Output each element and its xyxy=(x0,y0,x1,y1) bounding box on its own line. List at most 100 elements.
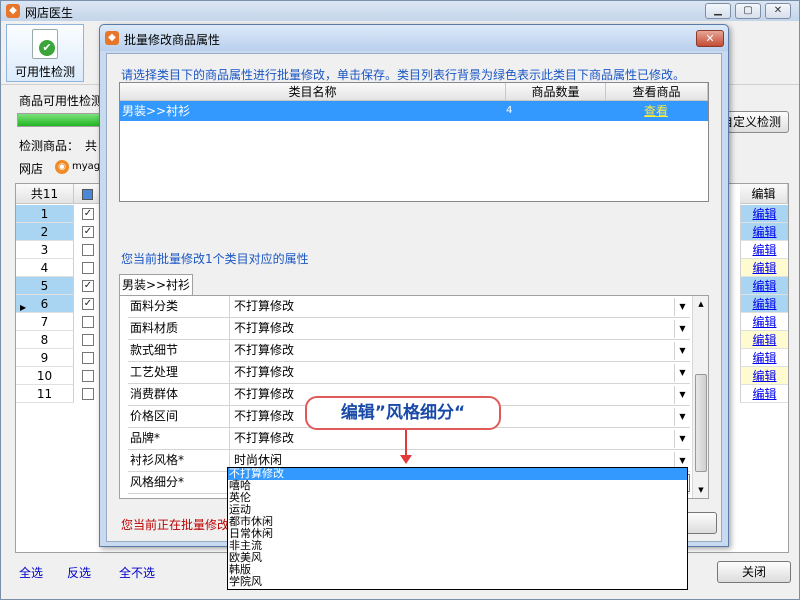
dropdown-option[interactable]: 学院风 xyxy=(228,576,687,588)
attribute-select[interactable]: 不打算修改 ▼ xyxy=(232,430,690,448)
row-checkbox[interactable] xyxy=(82,262,94,274)
row-edit-link[interactable]: 编辑 xyxy=(740,331,788,349)
dialog-titlebar: ◆ 批量修改商品属性 ✕ xyxy=(100,25,728,51)
row-checkbox[interactable] xyxy=(82,388,94,400)
shop-label: 网店 xyxy=(19,162,44,176)
dropdown-option[interactable]: 运动 xyxy=(228,504,687,516)
row-number: 8 xyxy=(16,331,74,349)
row-number: ▶ 6 xyxy=(16,295,74,313)
minimize-button[interactable]: ▁ xyxy=(705,3,731,19)
row-checkbox[interactable] xyxy=(82,244,94,256)
row-edit-link[interactable]: 编辑 xyxy=(740,277,788,295)
attribute-value: 不打算修改 xyxy=(234,321,295,335)
attribute-name: 面料分类 xyxy=(128,296,230,318)
category-count: 4 xyxy=(506,105,513,116)
invert-selection-link[interactable]: 反选 xyxy=(67,564,91,581)
row-number-text: 7 xyxy=(40,315,49,329)
row-edit-link[interactable]: 编辑 xyxy=(740,223,788,241)
row-number-text: 1 xyxy=(40,207,49,221)
chevron-down-icon[interactable]: ▼ xyxy=(674,342,690,360)
row-number: 9 xyxy=(16,349,74,367)
dropdown-option[interactable]: 不打算修改 xyxy=(228,468,687,480)
availability-check-button[interactable]: 可用性检测 xyxy=(6,24,84,82)
row-number: 1 xyxy=(16,205,74,223)
chevron-down-icon[interactable]: ▼ xyxy=(674,298,690,316)
category-row[interactable]: 男装>>衬衫 4 查看 xyxy=(120,101,708,121)
attribute-value: 时尚休闲 xyxy=(234,453,283,467)
chevron-down-icon[interactable]: ▼ xyxy=(674,430,690,448)
attribute-name: 品牌* xyxy=(128,428,230,450)
document-check-icon xyxy=(32,29,58,59)
row-checkbox[interactable] xyxy=(82,334,94,346)
dropdown-option[interactable]: 欧美风 xyxy=(228,552,687,564)
attribute-select[interactable]: 不打算修改 ▼ xyxy=(232,298,690,316)
product-count-header: 商品数量 xyxy=(506,83,606,101)
close-button[interactable]: 关闭 xyxy=(717,561,791,583)
row-edit-link[interactable]: 编辑 xyxy=(740,349,788,367)
attribute-name: 衬衫风格* xyxy=(128,450,230,472)
row-number-text: 3 xyxy=(40,243,49,257)
row-checkbox[interactable]: ✓ xyxy=(82,280,94,292)
scroll-up-icon[interactable]: ▲ xyxy=(693,296,709,312)
view-products-link[interactable]: 查看 xyxy=(606,101,706,121)
row-number: 10 xyxy=(16,367,74,385)
attribute-row: 面料分类 不打算修改 ▼ xyxy=(128,296,690,318)
dropdown-option[interactable]: 都市休闲 xyxy=(228,516,687,528)
select-none-link[interactable]: 全不选 xyxy=(119,564,155,581)
row-edit-link[interactable]: 编辑 xyxy=(740,295,788,313)
row-checkbox[interactable] xyxy=(82,352,94,364)
availability-check-label: 可用性检测 xyxy=(14,65,75,79)
attribute-row: 品牌* 不打算修改 ▼ xyxy=(128,428,690,450)
close-window-button[interactable]: ✕ xyxy=(765,3,791,19)
row-number: 5 xyxy=(16,277,74,295)
dropdown-option[interactable]: 英伦 xyxy=(228,492,687,504)
count-header: 共11 xyxy=(16,184,74,204)
attribute-name: 消费群体 xyxy=(128,384,230,406)
attribute-select[interactable]: 不打算修改 ▼ xyxy=(232,364,690,382)
dropdown-option[interactable]: 日常休闲 xyxy=(228,528,687,540)
attribute-select[interactable]: 不打算修改 ▼ xyxy=(232,320,690,338)
attribute-name: 风格细分* xyxy=(128,472,230,494)
select-all-header[interactable] xyxy=(74,184,102,204)
dropdown-option[interactable]: 韩版 xyxy=(228,564,687,576)
row-number-text: 4 xyxy=(40,261,49,275)
main-title: 网店医生 xyxy=(25,6,74,20)
row-checkbox[interactable]: ✓ xyxy=(82,298,94,310)
dialog-close-button[interactable]: ✕ xyxy=(696,30,724,47)
row-checkbox[interactable]: ✓ xyxy=(82,208,94,220)
row-edit-link[interactable]: 编辑 xyxy=(740,385,788,403)
scroll-thumb[interactable] xyxy=(695,374,707,472)
dialog-app-icon: ◆ xyxy=(105,31,119,45)
row-checkbox[interactable] xyxy=(82,316,94,328)
row-edit-link[interactable]: 编辑 xyxy=(740,313,788,331)
style-dropdown-list[interactable]: 不打算修改 嘻哈 英伦 运动 都市休闲 日常休闲 非主流 欧美风 韩版 学院风 xyxy=(227,467,688,590)
tab-category[interactable]: 男装>>衬衫 xyxy=(119,274,193,296)
chevron-down-icon[interactable]: ▼ xyxy=(674,320,690,338)
row-edit-link[interactable]: 编辑 xyxy=(740,259,788,277)
row-number: 11 xyxy=(16,385,74,403)
row-checkbox[interactable]: ✓ xyxy=(82,226,94,238)
row-edit-link[interactable]: 编辑 xyxy=(740,367,788,385)
attribute-scrollbar[interactable]: ▲ ▼ xyxy=(692,296,708,498)
dropdown-option[interactable]: 非主流 xyxy=(228,540,687,552)
row-edit-link[interactable]: 编辑 xyxy=(740,241,788,259)
attribute-value: 不打算修改 xyxy=(234,431,295,445)
attribute-select[interactable]: 不打算修改 ▼ xyxy=(232,342,690,360)
chevron-down-icon[interactable]: ▼ xyxy=(674,386,690,404)
maximize-button[interactable]: ▢ xyxy=(735,3,761,19)
row-edit-link[interactable]: 编辑 xyxy=(740,205,788,223)
select-all-link[interactable]: 全选 xyxy=(19,564,43,581)
category-grid: 类目名称 商品数量 查看商品 男装>>衬衫 4 查看 xyxy=(119,82,709,202)
attribute-name: 价格区间 xyxy=(128,406,230,428)
scroll-down-icon[interactable]: ▼ xyxy=(693,482,709,498)
shop-icon: ◉ xyxy=(55,160,69,174)
dropdown-option[interactable]: 嘻哈 xyxy=(228,480,687,492)
chevron-down-icon[interactable]: ▼ xyxy=(674,364,690,382)
chevron-down-icon[interactable]: ▼ xyxy=(674,408,690,426)
attribute-row: 面料材质 不打算修改 ▼ xyxy=(128,318,690,340)
attribute-row: 工艺处理 不打算修改 ▼ xyxy=(128,362,690,384)
row-number: 2 xyxy=(16,223,74,241)
edit-header: 编辑 xyxy=(740,184,788,204)
row-checkbox[interactable] xyxy=(82,370,94,382)
dialog-title: 批量修改商品属性 xyxy=(124,33,221,47)
